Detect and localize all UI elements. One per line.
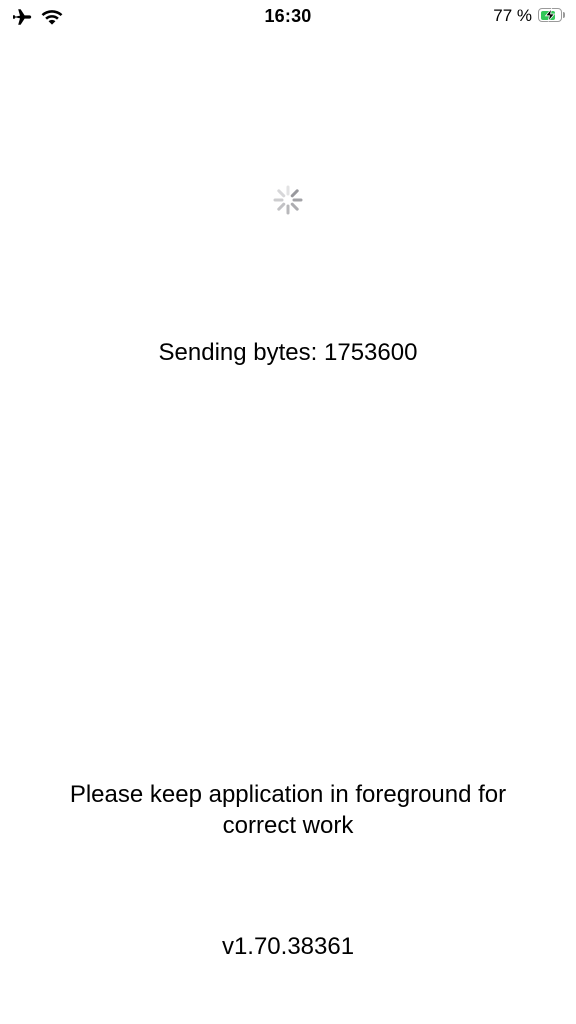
status-bar: 16:30 77 % <box>0 0 576 34</box>
spinner-spoke <box>277 202 286 211</box>
foreground-notice: Please keep application in foreground fo… <box>69 781 507 839</box>
sending-bytes-label: Sending bytes: 1753600 <box>158 339 418 366</box>
status-time: 16:30 <box>264 6 312 26</box>
version-label: v1.70.38361 <box>221 933 355 960</box>
battery-icon <box>538 8 566 24</box>
spinner-spoke <box>290 189 299 198</box>
status-bar-right: 77 % <box>493 6 566 26</box>
spinner-spoke <box>277 189 286 198</box>
spinner-icon <box>273 185 303 215</box>
battery-percentage: 77 % <box>493 6 532 25</box>
charging-bolt-icon <box>544 8 556 22</box>
spinner-spoke <box>290 202 299 211</box>
